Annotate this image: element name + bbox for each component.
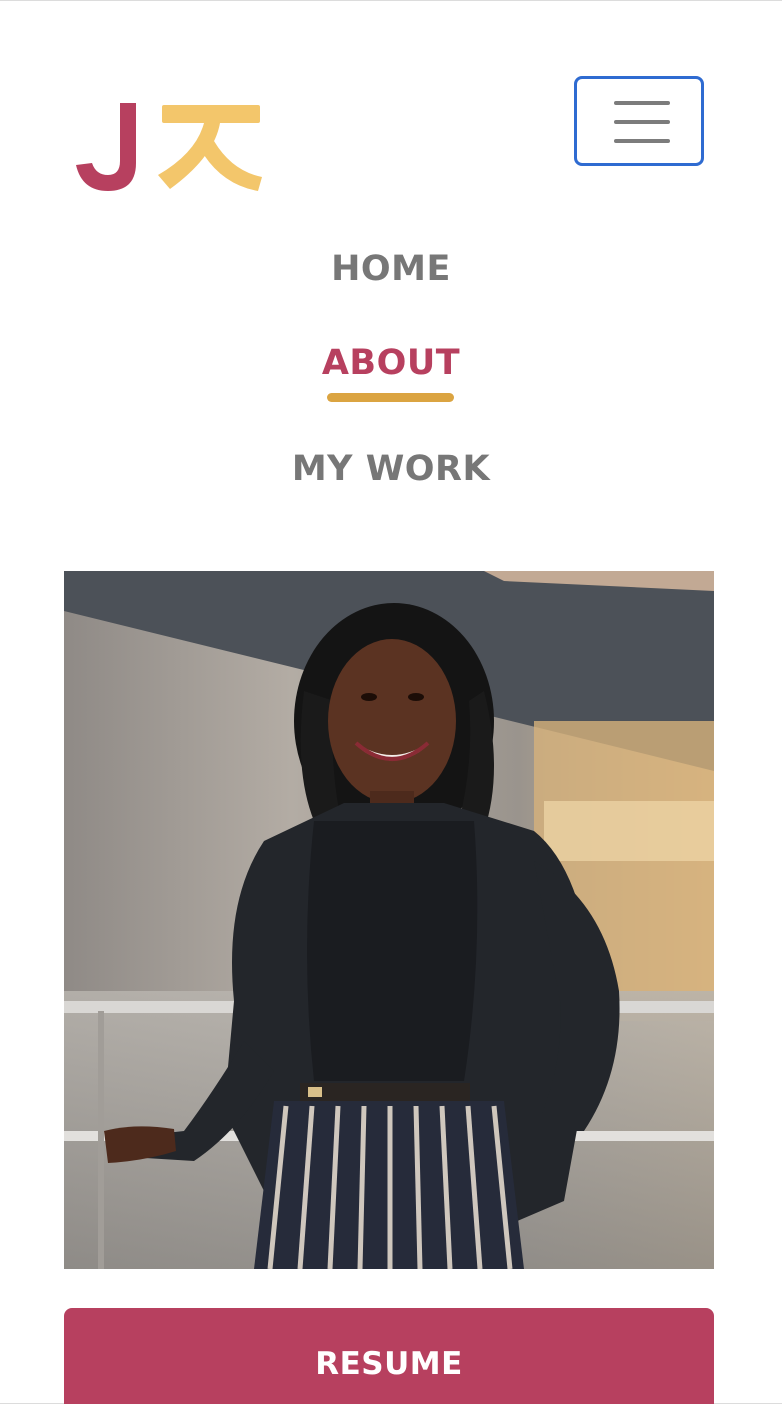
resume-button[interactable]: RESUME [64,1308,714,1404]
hamburger-menu-icon-line [614,139,670,143]
jx-logo-icon [76,103,262,191]
jx-logo[interactable] [74,101,264,193]
page: HOME ABOUT MY WORK RESUME [0,0,782,1404]
active-nav-underline [327,393,454,402]
hamburger-menu-icon [614,101,670,105]
nav-item-about[interactable]: ABOUT [0,343,782,383]
hamburger-menu-icon-line [614,120,670,124]
menu-toggle-button[interactable] [574,76,704,166]
nav-item-my-work[interactable]: MY WORK [0,449,782,489]
portrait-photo [64,571,714,1269]
nav-item-home[interactable]: HOME [0,249,782,289]
